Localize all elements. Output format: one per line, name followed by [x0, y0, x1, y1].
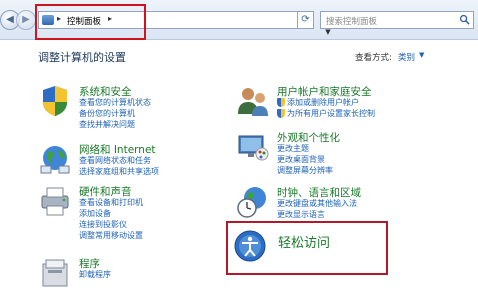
uac-shield-icon [277, 98, 285, 107]
link-change-theme[interactable]: 更改主题 [277, 143, 309, 154]
link-label: 添加或删除用户帐户 [287, 98, 359, 107]
link-mobility-settings[interactable]: 调整常用移动设置 [79, 230, 143, 241]
users-icon[interactable] [236, 84, 270, 118]
link-parental-controls[interactable]: 为所有用户设置家长控制 [277, 108, 375, 119]
link-uninstall-program[interactable]: 卸载程序 [79, 269, 111, 280]
page-title: 调整计算机的设置 [38, 51, 126, 64]
refresh-button[interactable]: ⟳ [298, 11, 314, 29]
link-screen-resolution[interactable]: 调整屏幕分辨率 [277, 165, 333, 176]
link-devices-printers[interactable]: 查看设备和打印机 [79, 197, 143, 208]
clock-globe-icon[interactable] [236, 185, 270, 219]
printer-icon[interactable] [38, 184, 72, 218]
link-desktop-background[interactable]: 更改桌面背景 [277, 154, 325, 165]
search-icon[interactable] [459, 14, 470, 25]
globe-network-icon[interactable] [38, 142, 72, 176]
programs-box-icon[interactable] [38, 256, 72, 290]
link-keyboard-input[interactable]: 更改键盘或其他输入法 [277, 198, 357, 209]
uac-shield-icon [277, 109, 285, 118]
highlight-box-address [35, 4, 146, 40]
link-troubleshoot[interactable]: 查找并解决问题 [79, 119, 135, 130]
link-add-device[interactable]: 添加设备 [79, 208, 111, 219]
search-input[interactable]: 搜索控制面板 [320, 11, 474, 29]
view-by-dropdown[interactable]: 类别 [398, 51, 415, 63]
view-by-label: 查看方式: [355, 53, 392, 63]
link-backup-computer[interactable]: 备份您的计算机 [79, 108, 135, 119]
link-homegroup-sharing[interactable]: 选择家庭组和共享选项 [79, 166, 159, 177]
link-label: 为所有用户设置家长控制 [287, 109, 375, 118]
forward-button[interactable]: ▶ [16, 10, 36, 30]
shield-flag-icon[interactable] [38, 84, 72, 118]
link-display-language[interactable]: 更改显示语言 [277, 209, 325, 220]
view-by-caret-icon[interactable]: ▼ [419, 51, 424, 59]
link-add-remove-accounts[interactable]: 添加或删除用户帐户 [277, 97, 359, 108]
appearance-monitor-icon[interactable] [236, 130, 270, 164]
link-network-status[interactable]: 查看网络状态和任务 [79, 155, 151, 166]
link-connect-projector[interactable]: 连接到投影仪 [79, 219, 127, 230]
link-view-computer-status[interactable]: 查看您的计算机状态 [79, 97, 151, 108]
highlight-box-ease-of-access [226, 221, 388, 275]
search-placeholder: 搜索控制面板 [326, 17, 378, 27]
